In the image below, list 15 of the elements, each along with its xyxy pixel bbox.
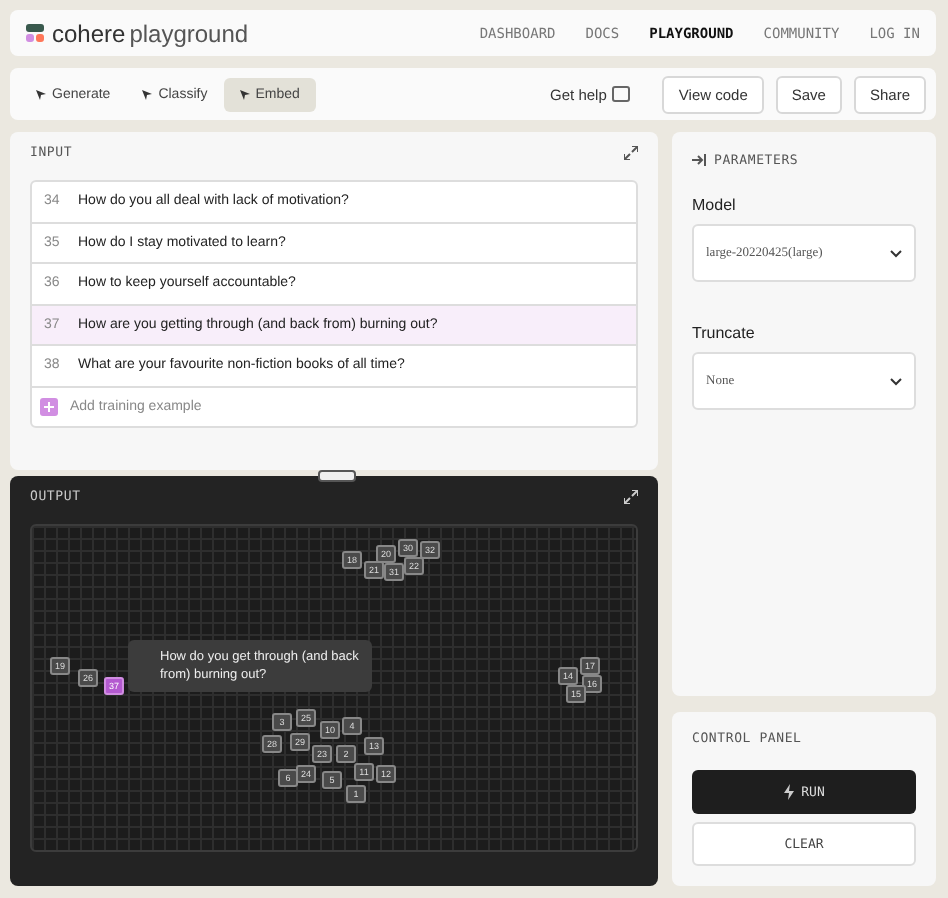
field-label: Truncate [692, 324, 757, 342]
expand-icon[interactable] [624, 145, 638, 159]
brand-name: cohere [52, 19, 126, 47]
chevron-icon [890, 249, 902, 257]
lightning-icon [783, 784, 794, 800]
cursor-icon [239, 89, 250, 99]
resize-handle[interactable] [318, 470, 356, 482]
cursor-icon [36, 89, 46, 99]
field-label: Model [692, 196, 738, 214]
cursor-icon [142, 89, 153, 99]
brand-product: playground [129, 19, 249, 47]
chevron-icon [890, 377, 902, 385]
chat-icon [612, 85, 631, 103]
logo-icon [26, 24, 44, 42]
arrow-icon [692, 154, 706, 166]
